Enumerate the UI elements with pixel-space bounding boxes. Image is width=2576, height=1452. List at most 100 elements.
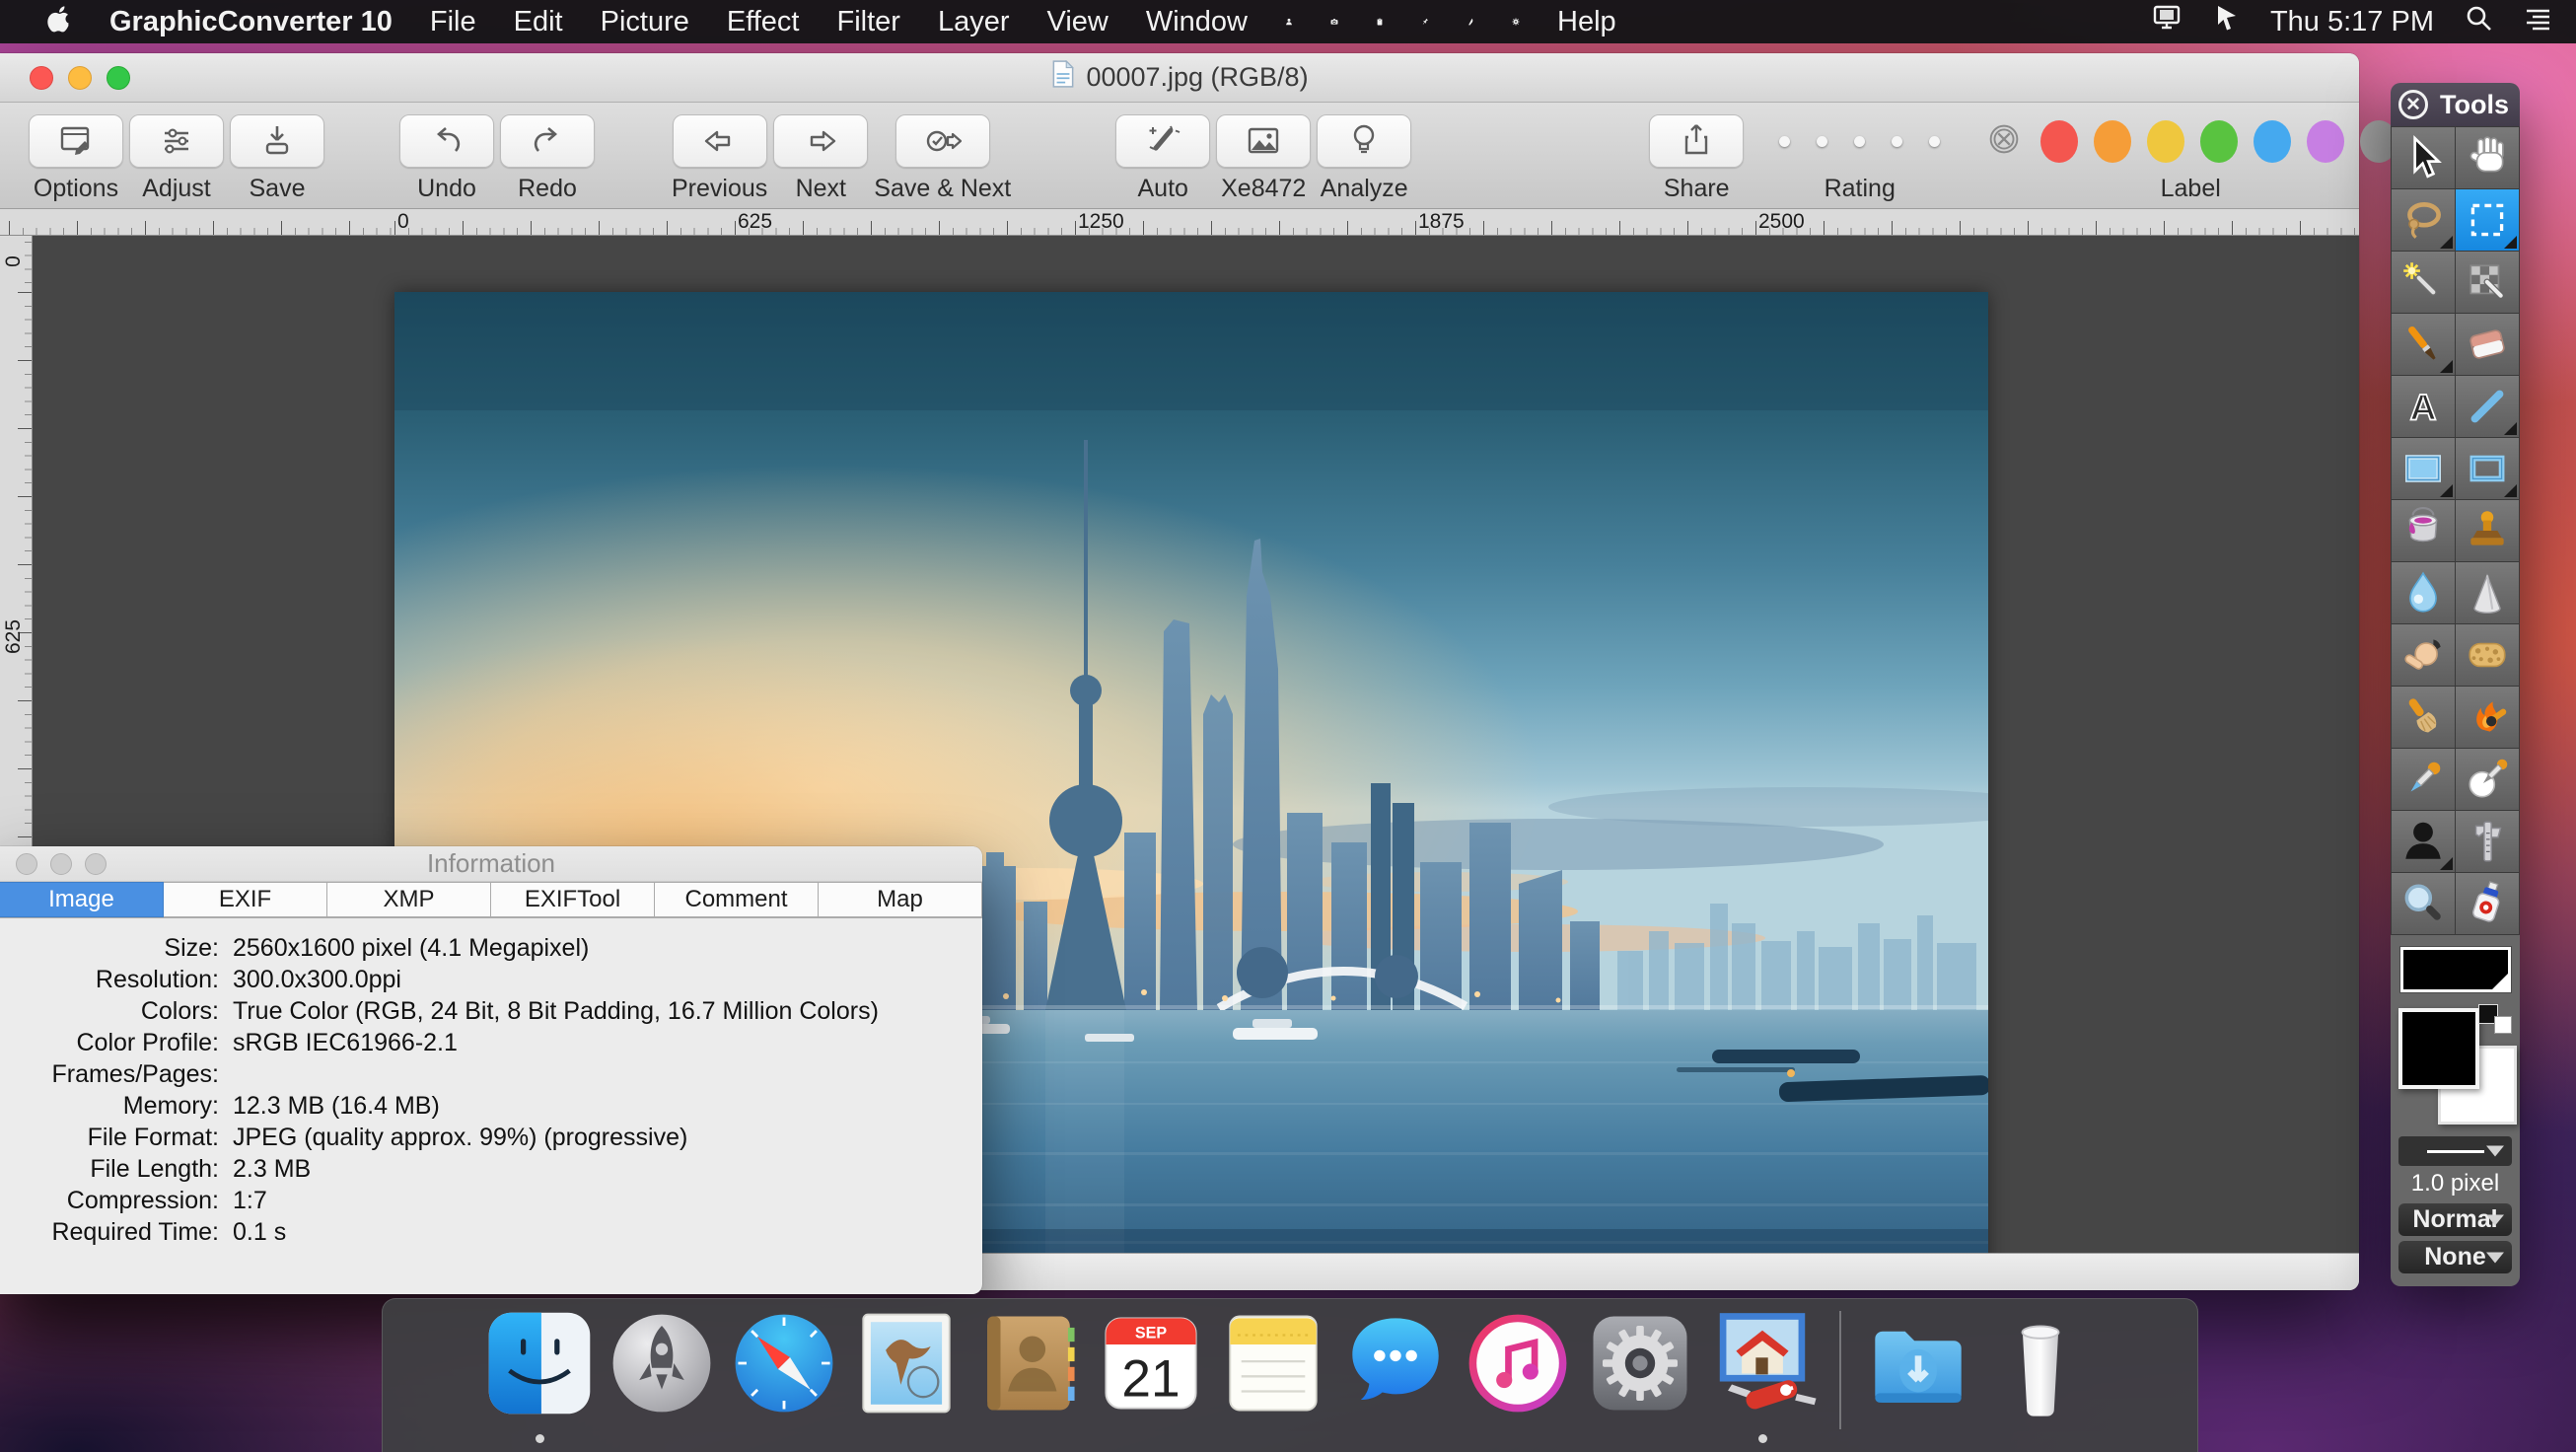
apple-menu[interactable] bbox=[28, 0, 91, 43]
close-icon[interactable]: ✕ bbox=[2398, 90, 2428, 119]
tool-paint-bucket[interactable] bbox=[2392, 500, 2455, 561]
tool-sponge[interactable] bbox=[2456, 624, 2519, 686]
status-display-icon[interactable] bbox=[2152, 3, 2182, 40]
no-label-icon[interactable] bbox=[1983, 118, 2025, 165]
label-color-6[interactable] bbox=[2307, 120, 2344, 163]
status-presenter-icon[interactable] bbox=[2211, 3, 2241, 40]
menu-gear-icon[interactable] bbox=[1493, 0, 1538, 43]
tab-exiftool[interactable]: EXIFTool bbox=[491, 882, 655, 917]
stroke-width-dropdown[interactable] bbox=[2398, 1136, 2512, 1166]
menu-file[interactable]: File bbox=[411, 0, 495, 43]
tab-comment[interactable]: Comment bbox=[655, 882, 819, 917]
close-button[interactable] bbox=[16, 853, 37, 875]
tools-palette-header[interactable]: ✕ Tools bbox=[2391, 83, 2520, 126]
tool-color-picker[interactable] bbox=[2456, 749, 2519, 810]
rating-dot-1[interactable] bbox=[1779, 136, 1790, 147]
tool-hand[interactable] bbox=[2456, 127, 2519, 188]
status-list-icon[interactable] bbox=[2523, 3, 2552, 40]
dock-item-mail[interactable] bbox=[845, 1307, 967, 1445]
tool-lasso[interactable] bbox=[2392, 189, 2455, 251]
tab-map[interactable]: Map bbox=[819, 882, 982, 917]
dock-item-calendar[interactable]: SEP21 bbox=[1090, 1307, 1212, 1445]
auto-button[interactable]: Auto bbox=[1115, 114, 1210, 203]
zoom-button[interactable] bbox=[85, 853, 107, 875]
menu-layer[interactable]: Layer bbox=[919, 0, 1029, 43]
tool-finger[interactable] bbox=[2392, 624, 2455, 686]
menu-knife-icon[interactable] bbox=[1448, 0, 1493, 43]
tool-soft-brush[interactable] bbox=[2392, 687, 2455, 748]
tool-caliper[interactable] bbox=[2456, 811, 2519, 872]
rating-dot-3[interactable] bbox=[1854, 136, 1865, 147]
close-button[interactable] bbox=[30, 66, 53, 90]
app-menu[interactable]: GraphicConverter 10 bbox=[91, 0, 411, 43]
rating-dot-4[interactable] bbox=[1892, 136, 1902, 147]
menu-pin-icon[interactable] bbox=[1402, 0, 1448, 43]
rating-dot-5[interactable] bbox=[1929, 136, 1940, 147]
tool-eyedropper[interactable] bbox=[2392, 749, 2455, 810]
dock-item-downloads[interactable] bbox=[1857, 1307, 1979, 1445]
tab-image[interactable]: Image bbox=[0, 882, 164, 917]
dock-item-messages[interactable] bbox=[1334, 1307, 1457, 1445]
dock-item-trash[interactable] bbox=[1979, 1307, 2102, 1445]
undo-button[interactable]: Undo bbox=[399, 114, 494, 203]
tool-cone[interactable] bbox=[2456, 562, 2519, 623]
foreground-color-swatch[interactable] bbox=[2398, 1008, 2479, 1089]
tool-rect-select[interactable] bbox=[2456, 189, 2519, 251]
tool-rect-filled[interactable] bbox=[2392, 438, 2455, 499]
label-color-1[interactable] bbox=[2040, 120, 2078, 163]
tool-pointer[interactable] bbox=[2392, 127, 2455, 188]
tool-burn[interactable] bbox=[2456, 687, 2519, 748]
tab-xmp[interactable]: XMP bbox=[327, 882, 491, 917]
default-colors-icon[interactable] bbox=[2478, 1004, 2512, 1034]
tool-glue[interactable] bbox=[2456, 873, 2519, 934]
label-color-2[interactable] bbox=[2094, 120, 2131, 163]
menu-view[interactable]: View bbox=[1029, 0, 1127, 43]
tool-line[interactable] bbox=[2456, 376, 2519, 437]
dock-item-itunes[interactable] bbox=[1457, 1307, 1579, 1445]
redo-button[interactable]: Redo bbox=[500, 114, 595, 203]
menu-clipboard-icon[interactable] bbox=[1357, 0, 1402, 43]
blend-mode-dropdown[interactable]: Normal bbox=[2398, 1203, 2512, 1236]
tab-exif[interactable]: EXIF bbox=[164, 882, 327, 917]
label-color-4[interactable] bbox=[2200, 120, 2238, 163]
zoom-button[interactable] bbox=[107, 66, 130, 90]
save-next-button[interactable]: Save & Next bbox=[874, 114, 1011, 203]
share-button[interactable]: Share bbox=[1649, 114, 1744, 203]
minimize-button[interactable] bbox=[68, 66, 92, 90]
menu-picture[interactable]: Picture bbox=[582, 0, 708, 43]
menu-filter[interactable]: Filter bbox=[819, 0, 919, 43]
tool-eraser[interactable] bbox=[2456, 314, 2519, 375]
menu-window[interactable]: Window bbox=[1127, 0, 1266, 43]
window-titlebar[interactable]: 00007.jpg (RGB/8) bbox=[0, 53, 2359, 103]
minimize-button[interactable] bbox=[50, 853, 72, 875]
adjust-button[interactable]: Adjust bbox=[129, 114, 224, 203]
save-button[interactable]: Save bbox=[230, 114, 324, 203]
menu-help[interactable]: Help bbox=[1538, 0, 1635, 43]
menu-edit[interactable]: Edit bbox=[495, 0, 582, 43]
dock-item-safari[interactable] bbox=[723, 1307, 845, 1445]
label-color-5[interactable] bbox=[2254, 120, 2291, 163]
effect-dropdown[interactable]: None bbox=[2398, 1241, 2512, 1273]
dock-item-system-preferences[interactable] bbox=[1579, 1307, 1701, 1445]
tool-transparency-wand[interactable] bbox=[2456, 252, 2519, 313]
tool-brush[interactable] bbox=[2392, 314, 2455, 375]
xe8472-button[interactable]: Xe8472 bbox=[1216, 114, 1311, 203]
dock-item-notes[interactable] bbox=[1212, 1307, 1334, 1445]
tool-magic-wand[interactable] bbox=[2392, 252, 2455, 313]
menu-person-icon[interactable] bbox=[1266, 0, 1312, 43]
information-titlebar[interactable]: Information bbox=[0, 846, 982, 882]
label-color-3[interactable] bbox=[2147, 120, 2184, 163]
menu-clock[interactable]: Thu 5:17 PM bbox=[2270, 6, 2434, 38]
rating-dot-2[interactable] bbox=[1817, 136, 1827, 147]
analyze-button[interactable]: Analyze bbox=[1317, 114, 1411, 203]
options-button[interactable]: Options bbox=[29, 114, 123, 203]
line-preview-swatch[interactable] bbox=[2400, 947, 2511, 992]
tool-water-drop[interactable] bbox=[2392, 562, 2455, 623]
tool-text[interactable]: A bbox=[2392, 376, 2455, 437]
previous-button[interactable]: Previous bbox=[672, 114, 767, 203]
dock-item-graphicconverter[interactable] bbox=[1701, 1307, 1824, 1445]
menu-camera-icon[interactable] bbox=[1312, 0, 1357, 43]
dock-item-finder[interactable] bbox=[478, 1307, 601, 1445]
dock-item-contacts[interactable] bbox=[967, 1307, 1090, 1445]
tool-silhouette[interactable] bbox=[2392, 811, 2455, 872]
